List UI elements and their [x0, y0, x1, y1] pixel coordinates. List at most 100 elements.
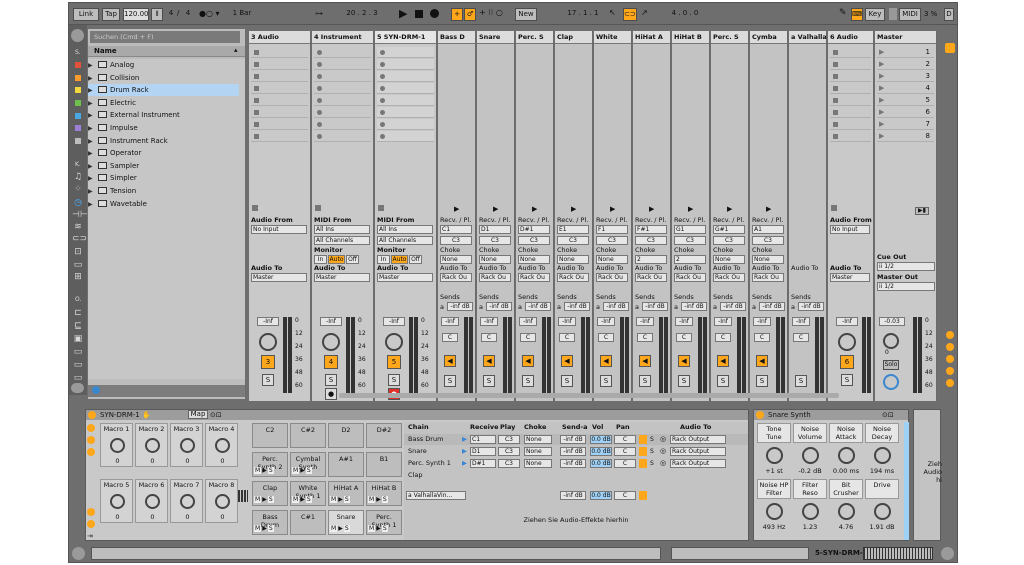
- monitor-in-button[interactable]: In: [314, 255, 327, 264]
- pan-knob[interactable]: [385, 333, 403, 351]
- drum-pad[interactable]: Cymbal SynthM▶S: [290, 452, 326, 477]
- chain-output-select[interactable]: Rack Output: [670, 459, 726, 468]
- macro-knob-6[interactable]: Macro 6 0: [135, 479, 168, 523]
- volume-field[interactable]: -Inf: [257, 317, 279, 326]
- clip-slot[interactable]: [251, 59, 308, 70]
- scene-launch[interactable]: ▶ 6: [877, 107, 934, 118]
- pan-knob[interactable]: [259, 333, 277, 351]
- chain-name[interactable]: Snare: [408, 446, 427, 457]
- drum-pad[interactable]: Perc. Synth 1 M ▶ S: [366, 510, 402, 535]
- clip-slot[interactable]: [377, 71, 434, 82]
- chain-play-icon[interactable]: ▶: [610, 205, 615, 213]
- pad-solo-button[interactable]: S: [267, 467, 274, 474]
- stop-clip-icon[interactable]: [831, 205, 837, 211]
- device-on-icon[interactable]: [88, 411, 96, 419]
- chain-pan-field[interactable]: C: [614, 435, 636, 444]
- clip-slot[interactable]: [251, 71, 308, 82]
- choke-select[interactable]: 2: [674, 255, 706, 264]
- input-type-select[interactable]: No Input: [251, 225, 307, 234]
- chain-row[interactable]: Bass Drum ▶ C1 C3 None -inf dB 0.0 dB C S ◎ Rack O…: [404, 434, 748, 445]
- clip-stop-icon[interactable]: [833, 98, 838, 103]
- tap-button[interactable]: Tap: [102, 8, 120, 21]
- chain-play-icon[interactable]: ▶: [727, 205, 732, 213]
- pan-field[interactable]: C: [481, 333, 497, 342]
- clip-slot[interactable]: [377, 47, 434, 58]
- scene-play-icon[interactable]: ▶: [879, 108, 884, 116]
- chain-play-field[interactable]: C3: [498, 459, 520, 468]
- solo-button[interactable]: S: [600, 375, 612, 387]
- volume-field[interactable]: -Inf: [558, 317, 576, 326]
- choke-select[interactable]: None: [479, 255, 511, 264]
- track-title[interactable]: Clap: [555, 31, 592, 44]
- output-type-select[interactable]: Master: [251, 273, 307, 282]
- chain-send-field[interactable]: -inf dB: [560, 459, 586, 468]
- drum-rack-title-bar[interactable]: SYN-DRM-1 ✋ Map ⊙⊡: [86, 410, 748, 420]
- solo-button[interactable]: S: [325, 374, 337, 386]
- track-activator-button[interactable]: 3: [261, 355, 275, 369]
- speaker-icon[interactable]: ◀: [600, 355, 612, 367]
- folder-b-icon[interactable]: ▭: [72, 359, 84, 371]
- show-macros-icon[interactable]: [87, 424, 95, 432]
- drums-icon[interactable]: ⁘: [72, 183, 84, 195]
- synth-param-knob[interactable]: [766, 447, 783, 464]
- expand-icon[interactable]: ▶: [88, 85, 96, 97]
- pan-field[interactable]: C: [715, 333, 731, 342]
- pad-preview-icon[interactable]: ▶: [299, 496, 306, 503]
- solo-button[interactable]: S: [639, 375, 651, 387]
- drum-pad[interactable]: C2: [252, 423, 288, 448]
- random-icon[interactable]: [87, 520, 95, 528]
- receive-note-select[interactable]: E1: [557, 225, 589, 234]
- browser-column-header[interactable]: Name ▴: [88, 46, 245, 57]
- pad-solo-button[interactable]: S: [343, 496, 350, 503]
- chain-send-field[interactable]: -inf dB: [560, 435, 586, 444]
- clip-slot[interactable]: [377, 59, 434, 70]
- receive-note-select[interactable]: A1: [752, 225, 784, 234]
- pad-solo-button[interactable]: S: [343, 525, 350, 532]
- returns-toggle-icon[interactable]: [946, 355, 954, 363]
- samples-icon[interactable]: ⊞: [72, 271, 84, 283]
- clip-stop-icon[interactable]: [833, 122, 838, 127]
- chain-solo-button[interactable]: S: [650, 458, 654, 469]
- solo-button[interactable]: S: [717, 375, 729, 387]
- track-title[interactable]: Bass D: [438, 31, 475, 44]
- device-on-icon[interactable]: [756, 411, 764, 419]
- clip-record-icon[interactable]: [317, 122, 322, 127]
- computer-keyboard-icon[interactable]: ⌨: [851, 8, 863, 21]
- expand-icon[interactable]: ▶: [88, 186, 96, 198]
- chain-output-select[interactable]: Rack Output: [670, 435, 726, 444]
- chain-output-select[interactable]: Rack Ou: [713, 273, 745, 282]
- solo-button[interactable]: S: [444, 375, 456, 387]
- clip-stop-icon[interactable]: [254, 134, 259, 139]
- chain-preview-icon[interactable]: ▶: [462, 434, 467, 445]
- pad-preview-icon[interactable]: ▶: [375, 525, 382, 532]
- stop-all-clips-icon[interactable]: ▶▮: [915, 207, 929, 215]
- pan-field[interactable]: C: [637, 333, 653, 342]
- show-pads-icon[interactable]: [87, 448, 95, 456]
- synth-param[interactable]: Bit Crusher 4.76: [829, 479, 863, 531]
- play-note-field[interactable]: C3: [674, 236, 706, 245]
- show-chains-icon[interactable]: [87, 436, 95, 444]
- synth-param[interactable]: Tone Tune +1 st: [757, 423, 791, 475]
- automation-arm-icon[interactable]: ♂: [464, 8, 476, 21]
- clip-slot[interactable]: [314, 71, 371, 82]
- pad-preview-icon[interactable]: ▶: [299, 467, 306, 474]
- clip-slot[interactable]: [314, 119, 371, 130]
- session-scrollbar[interactable]: [339, 393, 839, 398]
- macro-dial[interactable]: [180, 438, 195, 453]
- user-library-icon[interactable]: ⊑: [72, 320, 84, 332]
- clip-slot[interactable]: [251, 47, 308, 58]
- clip-stop-icon[interactable]: [254, 74, 259, 79]
- drum-pad[interactable]: Snare M ▶ S: [328, 510, 364, 535]
- folder-a-icon[interactable]: ▭: [72, 346, 84, 358]
- volume-field[interactable]: -Inf: [519, 317, 537, 326]
- track-title[interactable]: Perc. S: [516, 31, 553, 44]
- map-button[interactable]: Map: [188, 410, 208, 419]
- macro-knob-1[interactable]: Macro 1 0: [100, 423, 133, 467]
- send-a-field[interactable]: -inf dB: [681, 302, 707, 311]
- receive-note-select[interactable]: G1: [674, 225, 706, 234]
- browser-item-sampler[interactable]: ▶ Sampler: [88, 160, 239, 172]
- scene-play-icon[interactable]: ▶: [879, 72, 884, 80]
- pad-grid-overview[interactable]: [238, 490, 248, 502]
- monitor-off-button[interactable]: Off: [409, 255, 422, 264]
- drum-pad[interactable]: HiHat A M ▶ S: [328, 481, 364, 506]
